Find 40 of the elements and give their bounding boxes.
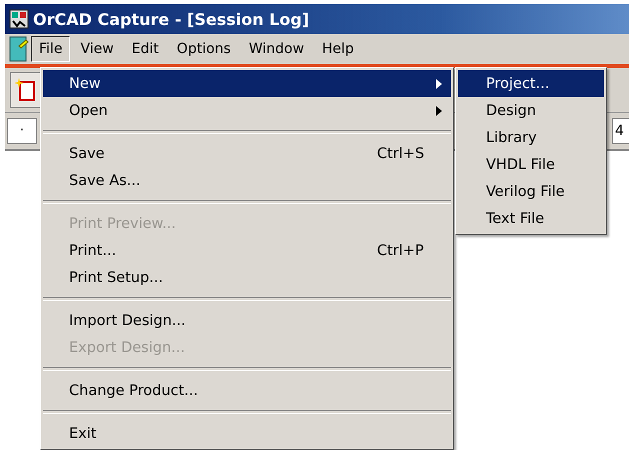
menu-item[interactable]: File	[31, 36, 70, 62]
menu-item[interactable]: Window	[240, 36, 312, 62]
menu-entry[interactable]: Save As...	[43, 167, 451, 194]
menu-entry[interactable]: Save Ctrl+S	[43, 140, 451, 167]
menu-item[interactable]: Options	[168, 36, 239, 62]
menu-entry[interactable]: Library	[458, 124, 604, 151]
menu-label: Print Setup...	[69, 270, 164, 286]
menu-label: Print Preview...	[69, 216, 177, 232]
menu-label: Export Design...	[69, 340, 186, 356]
menu-label: Save As...	[69, 172, 142, 188]
menu-entry[interactable]: Print... Ctrl+P	[43, 237, 451, 264]
menu-item[interactable]: View	[72, 36, 122, 62]
menu-label: Import Design...	[69, 312, 187, 328]
menu-entry[interactable]: Change Product...	[43, 377, 451, 404]
menu-entry[interactable]: Project...	[458, 70, 604, 97]
menu-label: Exit	[69, 426, 98, 442]
app-icon	[9, 9, 29, 29]
menu-entry[interactable]: Design	[458, 97, 604, 124]
menu-entry[interactable]: Import Design...	[43, 307, 451, 334]
menu-entry[interactable]: VHDL File	[458, 151, 604, 178]
menu-entry[interactable]: New	[43, 70, 451, 97]
menu-label: Save	[69, 146, 106, 162]
input-field[interactable]: 4	[612, 118, 629, 144]
menu-item[interactable]: Edit	[124, 36, 167, 62]
input-field[interactable]: ·	[7, 118, 37, 144]
shortcut-label: Ctrl+S	[377, 146, 426, 162]
menu-item[interactable]: Help	[314, 36, 362, 62]
menu-label: Change Product...	[69, 382, 200, 398]
document-icon	[9, 36, 29, 62]
menu-entry[interactable]: Exit	[43, 420, 451, 447]
new-file-button[interactable]	[10, 72, 42, 108]
menu-label: Open	[69, 102, 109, 118]
menu-label: Print...	[69, 242, 118, 258]
shortcut-label: Ctrl+P	[377, 242, 425, 258]
menu-entry[interactable]: Verilog File	[458, 178, 604, 205]
menu-entry[interactable]: Open	[43, 97, 451, 124]
menu-label: New	[69, 76, 102, 92]
menu-entry[interactable]: Text File	[458, 205, 604, 232]
menu-entry[interactable]: Print Setup...	[43, 264, 451, 291]
window-title: OrCAD Capture - [Session Log]	[33, 10, 310, 28]
